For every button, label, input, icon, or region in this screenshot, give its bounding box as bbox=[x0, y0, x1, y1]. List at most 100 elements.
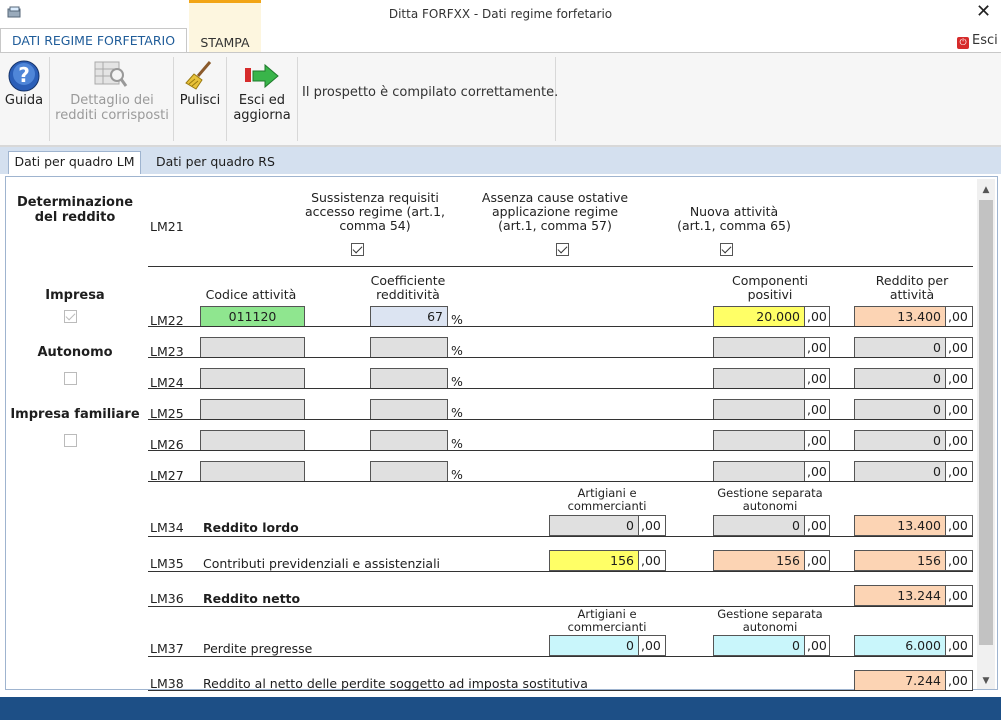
esci-label: Esci bbox=[972, 33, 998, 48]
percent-sign: % bbox=[451, 312, 463, 327]
lm38-label: Reddito al netto delle perdite soggetto … bbox=[203, 676, 588, 691]
table-search-icon bbox=[94, 61, 128, 87]
esci-button[interactable]: ⏻ Esci bbox=[957, 33, 998, 49]
lm36-totale-field[interactable]: 13.244 bbox=[854, 585, 946, 606]
lm35-totale-decimals: ,00 bbox=[946, 550, 973, 571]
lm37-label: Perdite pregresse bbox=[203, 641, 313, 656]
lm38-totale-decimals: ,00 bbox=[946, 670, 973, 691]
ribbon-separator bbox=[297, 57, 298, 141]
componenti-positivi-field[interactable] bbox=[713, 461, 805, 482]
reddito-attivita-field[interactable]: 0 bbox=[854, 368, 946, 389]
impresa-familiare-checkbox[interactable] bbox=[64, 434, 77, 447]
componenti-decimals: ,00 bbox=[805, 430, 830, 451]
lm35-label: Contributi previdenziali e assistenziali bbox=[203, 556, 441, 571]
lm34-artigiani-field[interactable]: 0 bbox=[549, 515, 639, 536]
lm37-code: LM37 bbox=[150, 641, 184, 656]
componenti-positivi-field[interactable] bbox=[713, 337, 805, 358]
componenti-positivi-field[interactable] bbox=[713, 368, 805, 389]
componenti-decimals: ,00 bbox=[805, 399, 830, 420]
codice-attivita-field[interactable] bbox=[200, 337, 305, 358]
ribbon-separator bbox=[49, 57, 50, 141]
lm35-totale-field[interactable]: 156 bbox=[854, 550, 946, 571]
codice-attivita-field[interactable]: 011120 bbox=[200, 306, 305, 327]
content-panel bbox=[5, 176, 998, 690]
lm35-artigiani-field[interactable]: 156 bbox=[549, 550, 639, 571]
coefficiente-field[interactable]: 67 bbox=[370, 306, 448, 327]
coefficiente-field[interactable] bbox=[370, 368, 448, 389]
tab-quadro-lm[interactable]: Dati per quadro LM bbox=[8, 151, 141, 174]
coefficiente-header: Coefficiente redditività bbox=[370, 273, 446, 302]
row-line bbox=[148, 326, 973, 327]
esci-ed-aggiorna-button[interactable]: Esci ed aggiorna bbox=[228, 53, 296, 141]
reddito-decimals: ,00 bbox=[946, 461, 973, 482]
reddito-attivita-field[interactable]: 0 bbox=[854, 461, 946, 482]
row-line bbox=[148, 536, 973, 537]
lm35-gestione-field[interactable]: 156 bbox=[713, 550, 805, 571]
impresa-label: Impresa bbox=[45, 288, 105, 303]
lm34-gestione-decimals: ,00 bbox=[805, 515, 830, 536]
row-line bbox=[148, 606, 973, 607]
row-line bbox=[148, 388, 973, 389]
lm37-gestione-decimals: ,00 bbox=[805, 635, 830, 656]
codice-attivita-header: Codice attività bbox=[205, 287, 297, 302]
reddito-attivita-field[interactable]: 13.400 bbox=[854, 306, 946, 327]
gestione-separata-header-2: Gestione separata autonomi bbox=[717, 607, 823, 634]
nuova-attivita-checkbox[interactable] bbox=[720, 243, 733, 256]
row-line bbox=[148, 357, 973, 358]
componenti-positivi-field[interactable]: 20.000 bbox=[713, 306, 805, 327]
autonomo-checkbox[interactable] bbox=[64, 372, 77, 385]
componenti-decimals: ,00 bbox=[805, 368, 830, 389]
reddito-attivita-header: Reddito per attività bbox=[875, 273, 949, 302]
lm34-totale-field[interactable]: 13.400 bbox=[854, 515, 946, 536]
scrollbar-thumb[interactable] bbox=[979, 200, 993, 645]
lm37-artigiani-field[interactable]: 0 bbox=[549, 635, 639, 656]
svg-text:?: ? bbox=[18, 63, 30, 87]
codice-attivita-field[interactable] bbox=[200, 430, 305, 451]
reddito-decimals: ,00 bbox=[946, 306, 973, 327]
sussistenza-checkbox[interactable] bbox=[351, 243, 364, 256]
status-message: Il prospetto è compilato correttamente. bbox=[302, 85, 559, 100]
lm37-gestione-field[interactable]: 0 bbox=[713, 635, 805, 656]
row-line bbox=[148, 419, 973, 420]
componenti-decimals: ,00 bbox=[805, 306, 830, 327]
reddito-attivita-field[interactable]: 0 bbox=[854, 430, 946, 451]
lm37-artigiani-decimals: ,00 bbox=[639, 635, 666, 656]
dettaglio-redditi-button[interactable]: Dettaglio dei redditi corrisposti bbox=[52, 53, 172, 141]
coefficiente-field[interactable] bbox=[370, 399, 448, 420]
lm36-code: LM36 bbox=[150, 591, 184, 606]
lm21-code: LM21 bbox=[150, 219, 184, 234]
coefficiente-field[interactable] bbox=[370, 337, 448, 358]
lm21-header-assenza: Assenza cause ostative applicazione regi… bbox=[481, 190, 629, 233]
impresa-checkbox[interactable] bbox=[64, 310, 77, 323]
componenti-decimals: ,00 bbox=[805, 337, 830, 358]
close-icon[interactable]: ✕ bbox=[976, 1, 991, 22]
componenti-positivi-field[interactable] bbox=[713, 430, 805, 451]
reddito-attivita-field[interactable]: 0 bbox=[854, 399, 946, 420]
scroll-up-icon[interactable]: ▲ bbox=[977, 185, 995, 195]
pulisci-button[interactable]: Pulisci bbox=[175, 53, 225, 141]
reddito-attivita-field[interactable]: 0 bbox=[854, 337, 946, 358]
codice-attivita-field[interactable] bbox=[200, 461, 305, 482]
codice-attivita-field[interactable] bbox=[200, 368, 305, 389]
guida-button[interactable]: ? Guida bbox=[0, 53, 48, 141]
reddito-decimals: ,00 bbox=[946, 368, 973, 389]
componenti-positivi-field[interactable] bbox=[713, 399, 805, 420]
lm37-totale-decimals: ,00 bbox=[946, 635, 973, 656]
lm34-gestione-field[interactable]: 0 bbox=[713, 515, 805, 536]
tab-dati-regime-forfetario[interactable]: DATI REGIME FORFETARIO bbox=[0, 28, 187, 52]
lm37-totale-field[interactable]: 6.000 bbox=[854, 635, 946, 656]
codice-attivita-field[interactable] bbox=[200, 399, 305, 420]
lm35-artigiani-decimals: ,00 bbox=[639, 550, 666, 571]
coefficiente-field[interactable] bbox=[370, 430, 448, 451]
scroll-down-icon[interactable]: ▼ bbox=[977, 676, 995, 686]
coefficiente-field[interactable] bbox=[370, 461, 448, 482]
lm21-header-nuova-attivita: Nuova attività (art.1, comma 65) bbox=[677, 204, 791, 233]
lm34-label: Reddito lordo bbox=[203, 520, 299, 535]
componenti-decimals: ,00 bbox=[805, 461, 830, 482]
tab-quadro-rs[interactable]: Dati per quadro RS bbox=[156, 154, 275, 169]
tab-stampa[interactable]: STAMPA bbox=[189, 0, 261, 52]
ribbon-separator bbox=[226, 57, 227, 141]
lm38-totale-field[interactable]: 7.244 bbox=[854, 670, 946, 691]
assenza-cause-checkbox[interactable] bbox=[556, 243, 569, 256]
determinazione-reddito-heading: Determinazione del reddito bbox=[16, 195, 134, 225]
